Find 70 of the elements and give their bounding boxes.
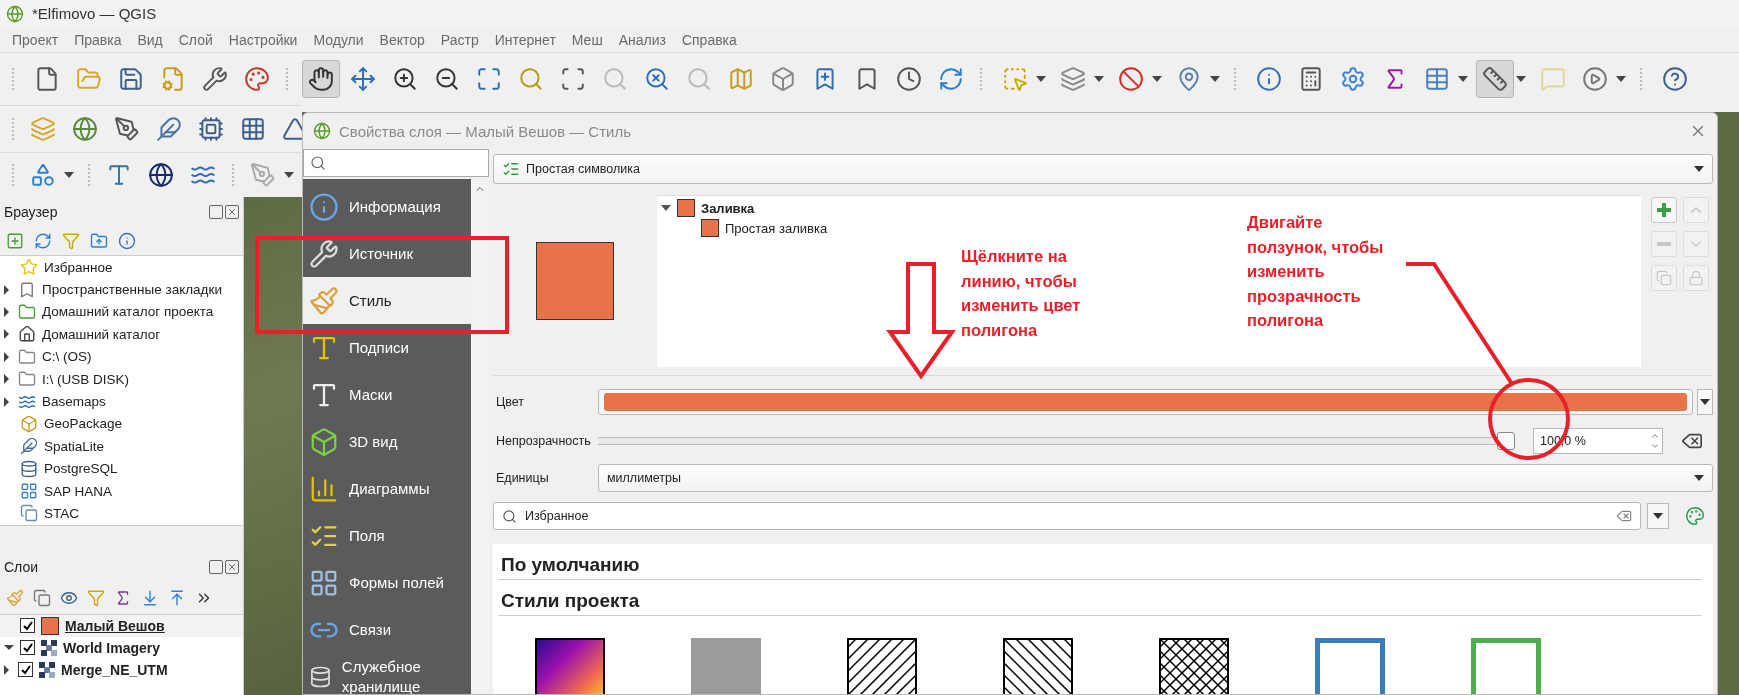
panel-title: Слои — [4, 558, 39, 575]
item-label: Домашний каталог — [42, 326, 161, 342]
item-label: Домашний каталог проекта — [42, 304, 214, 320]
field-label: Непрозрачность — [495, 434, 592, 448]
annotation-text: Щёлкните на линию, чтобы изменить цвет полигона — [961, 246, 1081, 341]
window-title: *Elfimovo — QGIS — [32, 5, 157, 22]
sidebar-item[interactable]: Связи — [303, 606, 471, 653]
item-label: Избранное — [44, 259, 113, 275]
browser-item[interactable]: C:\ (OS) — [0, 345, 243, 368]
sidebar-item[interactable]: Источник — [303, 230, 471, 277]
symbol-layer-row[interactable]: Простая заливка — [657, 218, 834, 238]
browser-item[interactable]: GeoPackage — [0, 412, 243, 436]
menu-item[interactable]: Правка — [66, 31, 130, 48]
menu-item[interactable]: Слой — [170, 31, 221, 48]
units-dropdown[interactable]: миллиметры — [598, 464, 1713, 492]
item-label: I:\ (USB DISK) — [42, 371, 129, 387]
annotation-text: Двигайте ползунок, чтобы изменить прозрачность полигона — [1247, 212, 1384, 331]
item-label: Пространственные закладки — [42, 282, 222, 298]
sidebar-item[interactable]: Поля — [303, 512, 471, 559]
browser-item[interactable]: Избранное — [0, 256, 243, 279]
browser-item[interactable]: Домашний каталог — [0, 323, 243, 346]
menu-item[interactable]: Вид — [129, 31, 171, 48]
menu-item[interactable]: Растр — [432, 31, 487, 48]
layer-name: World Imagery — [63, 639, 160, 656]
layer-row[interactable]: Малый Вешов — [0, 614, 243, 637]
item-label: Basemaps — [42, 394, 106, 410]
item-label: STAC — [44, 506, 79, 521]
search-field[interactable]: Избранное — [493, 502, 1641, 530]
item-label: C:\ (OS) — [42, 349, 92, 365]
sidebar-item[interactable]: Служебное хранилище — [303, 653, 471, 694]
field-label: Цвет — [495, 395, 525, 409]
renderer-dropdown[interactable]: Простая символика — [493, 154, 1713, 184]
browser-item[interactable]: I:\ (USB DISK) — [0, 367, 243, 391]
menu-item[interactable]: Модули — [305, 31, 372, 48]
sidebar-item[interactable]: Маски — [303, 371, 471, 418]
menu-item[interactable]: Справка — [673, 31, 745, 48]
sidebar-item[interactable]: Подписи — [303, 324, 471, 371]
panel-title: Браузер — [4, 204, 58, 220]
dialog-title: Свойства слоя — Малый Вешов — Стиль — [339, 122, 632, 140]
browser-item[interactable]: Пространственные закладки — [0, 278, 243, 301]
menu-item[interactable]: Интернет — [486, 31, 564, 48]
sidebar-item[interactable]: Диаграммы — [303, 465, 471, 512]
dropdown-value: Простая символика — [526, 162, 640, 176]
item-label: GeoPackage — [44, 416, 123, 432]
browser-item[interactable]: SAP HANA — [0, 479, 243, 503]
menu-item[interactable]: Проект — [4, 31, 67, 48]
item-label: PostgreSQL — [44, 461, 118, 477]
browser-item[interactable]: STAC — [0, 502, 243, 525]
layer-name: Малый Вешов — [65, 617, 165, 634]
browser-item[interactable]: Basemaps — [0, 390, 243, 413]
browser-item[interactable]: Домашний каталог проекта — [0, 300, 243, 324]
sidebar-item[interactable]: Информация — [303, 183, 471, 230]
browser-item[interactable]: SpatiaLite — [0, 435, 243, 458]
menu-item[interactable]: Настройки — [220, 31, 306, 48]
symbol-layer-row[interactable]: Заливка — [657, 198, 761, 218]
group-heading: Стили проекта — [499, 588, 1701, 616]
symbol-layer-label: Простая заливка — [725, 220, 828, 236]
menu-item[interactable]: Анализ — [610, 31, 674, 48]
menu-item[interactable]: Меш — [563, 31, 611, 48]
sidebar-item[interactable]: 3D вид — [303, 418, 471, 465]
menu-item[interactable]: Вектор — [371, 31, 433, 48]
item-label: SAP HANA — [44, 483, 113, 499]
symbol-layer-label: Заливка — [701, 200, 755, 216]
group-heading: По умолчанию — [499, 552, 1701, 580]
field-label: Единицы — [495, 471, 550, 485]
sidebar-item[interactable]: Стиль — [303, 277, 471, 324]
browser-item[interactable]: PostgreSQL — [0, 457, 243, 480]
sidebar-item[interactable]: Формы полей — [303, 559, 471, 606]
item-label: SpatiaLite — [44, 438, 105, 454]
layer-name: Merge_NE_UTM — [61, 661, 168, 678]
